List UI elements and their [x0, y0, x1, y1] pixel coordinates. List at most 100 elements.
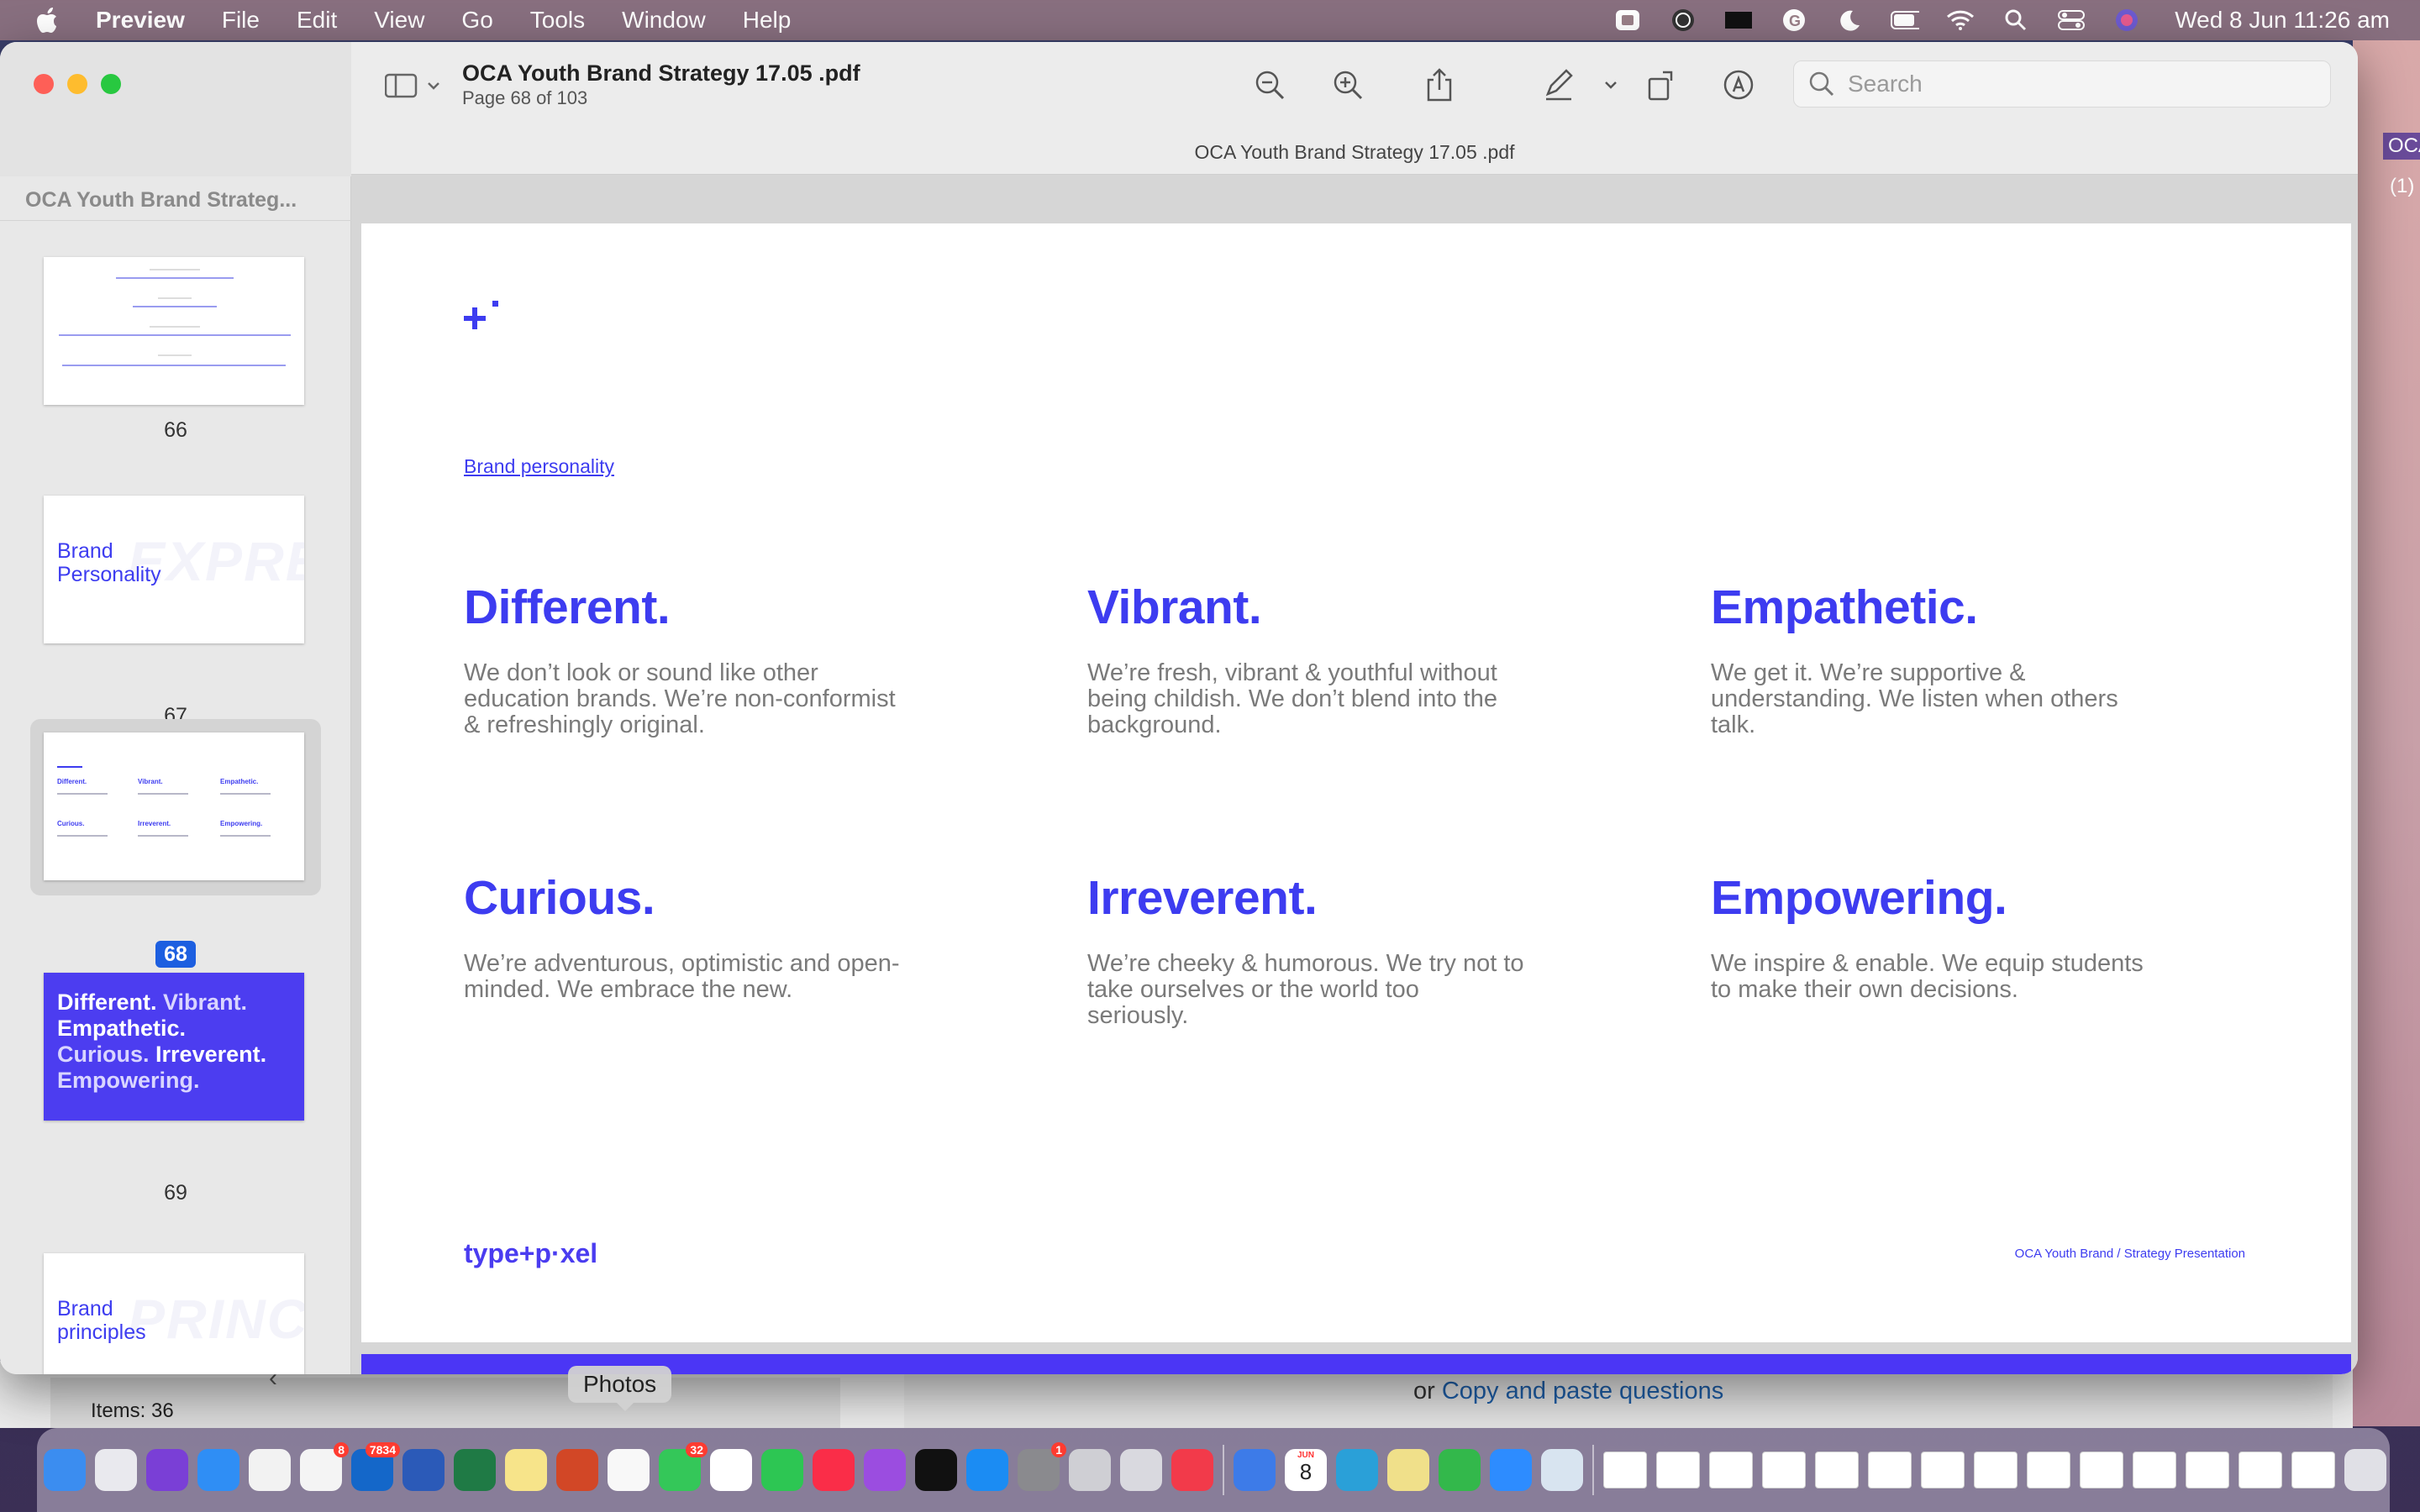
- preview-window: OCA Youth Brand Strateg... 66 EXPRESSI B…: [0, 42, 2358, 1374]
- camera-icon[interactable]: [1724, 8, 1753, 33]
- chrome-icon[interactable]: [249, 1449, 291, 1491]
- launchpad-icon[interactable]: [95, 1449, 137, 1491]
- wifi-icon[interactable]: [1946, 8, 1975, 33]
- outlook-icon[interactable]: 7834: [351, 1442, 400, 1491]
- trait-description: We’re cheeky & humorous. We try not to t…: [1087, 950, 1524, 1029]
- reminders-icon[interactable]: 8: [300, 1442, 349, 1491]
- stickies-icon[interactable]: [1387, 1449, 1429, 1491]
- scroll-icon[interactable]: [1669, 8, 1697, 33]
- siri-icon[interactable]: [146, 1449, 188, 1491]
- trash-icon[interactable]: [2344, 1449, 2386, 1491]
- help-icon[interactable]: [1069, 1449, 1111, 1491]
- thumbnail-sidebar: OCA Youth Brand Strateg... 66 EXPRESSI B…: [0, 42, 351, 1374]
- minimized-window-thumbnail[interactable]: [2238, 1452, 2282, 1488]
- background-window-right: OCA (1): [2353, 40, 2420, 1426]
- notes-icon[interactable]: [505, 1449, 547, 1491]
- menu-file[interactable]: File: [222, 7, 260, 34]
- minimized-window-thumbnail[interactable]: [2291, 1452, 2335, 1488]
- minimized-window-thumbnail[interactable]: [1762, 1452, 1806, 1488]
- minimized-window-thumbnail[interactable]: [1868, 1452, 1912, 1488]
- minimized-window-thumbnail[interactable]: [1603, 1452, 1647, 1488]
- network-icon[interactable]: [1234, 1449, 1276, 1491]
- minimized-window-thumbnail[interactable]: [2080, 1452, 2123, 1488]
- tv-icon[interactable]: [915, 1449, 957, 1491]
- thumbnail-image: EXPRESSI Brand Personality: [44, 496, 304, 643]
- excel-icon[interactable]: [454, 1449, 496, 1491]
- messages-icon[interactable]: 32: [659, 1442, 708, 1491]
- rotate-button[interactable]: [1642, 66, 1681, 104]
- word-icon[interactable]: [402, 1449, 445, 1491]
- photos-icon[interactable]: [608, 1449, 650, 1491]
- menu-clock[interactable]: Wed 8 Jun 11:26 am: [2175, 7, 2390, 34]
- safari-icon[interactable]: [197, 1449, 239, 1491]
- slack-icon[interactable]: [710, 1449, 752, 1491]
- close-button[interactable]: [34, 74, 54, 94]
- notification-badge: 1: [1051, 1442, 1066, 1457]
- quicktime-icon[interactable]: [1120, 1449, 1162, 1491]
- search-field[interactable]: [1793, 60, 2331, 108]
- facetime-icon[interactable]: [761, 1449, 803, 1491]
- trait-empathetic: Empathetic. We get it. We’re supportive …: [1711, 580, 2148, 738]
- spotlight-search-icon[interactable]: [2002, 8, 2030, 33]
- menu-go[interactable]: Go: [461, 7, 492, 34]
- minimize-button[interactable]: [67, 74, 87, 94]
- moon-icon[interactable]: [1835, 8, 1864, 33]
- zoom-button[interactable]: [101, 74, 121, 94]
- markup-pen-button[interactable]: [1539, 66, 1578, 104]
- markup-options-button[interactable]: [1598, 66, 1623, 104]
- thumbnail-image: Different. Vibrant. Empathetic. Curious.…: [44, 732, 304, 880]
- minimized-window-thumbnail[interactable]: [2027, 1452, 2070, 1488]
- minimized-window-thumbnail[interactable]: [1709, 1452, 1753, 1488]
- thumbnail-page-number: 68: [30, 941, 321, 968]
- chevron-down-icon: [428, 82, 439, 90]
- notification-badge: 32: [686, 1442, 708, 1457]
- minimized-window-thumbnail[interactable]: [1974, 1452, 2018, 1488]
- trait-description: We’re fresh, vibrant & youthful without …: [1087, 659, 1497, 738]
- trait-empowering: Empowering. We inspire & enable. We equi…: [1711, 870, 2148, 1003]
- music-icon[interactable]: [813, 1449, 855, 1491]
- grammarly-icon[interactable]: G: [1780, 8, 1808, 33]
- preview-icon[interactable]: [1541, 1449, 1583, 1491]
- zoom-out-button[interactable]: [1250, 66, 1289, 104]
- annotate-button[interactable]: [1719, 66, 1758, 104]
- numbers-icon[interactable]: [1439, 1449, 1481, 1491]
- minimized-window-thumbnail[interactable]: [1815, 1452, 1859, 1488]
- sidebar-toggle-button[interactable]: [385, 71, 444, 101]
- menu-app-name[interactable]: Preview: [96, 7, 185, 34]
- calendar-icon[interactable]: JUN 8: [1285, 1449, 1327, 1491]
- search-input[interactable]: [1848, 71, 2318, 97]
- browser-icon[interactable]: [1336, 1449, 1378, 1491]
- trait-title: Empowering.: [1711, 871, 2007, 925]
- trait-title: Irreverent.: [1087, 871, 1318, 925]
- podcasts-icon[interactable]: [864, 1449, 906, 1491]
- apple-icon[interactable]: [37, 6, 62, 34]
- siri-icon[interactable]: [2112, 8, 2141, 33]
- minimized-window-thumbnail[interactable]: [1656, 1452, 1700, 1488]
- trait-description: We inspire & enable. We equip students t…: [1711, 950, 2144, 1003]
- zoom-icon[interactable]: [1490, 1449, 1532, 1491]
- finder-icon[interactable]: [44, 1449, 86, 1491]
- menu-help[interactable]: Help: [743, 7, 792, 34]
- news-icon[interactable]: [1171, 1449, 1213, 1491]
- share-button[interactable]: [1420, 66, 1459, 104]
- menu-view[interactable]: View: [374, 7, 424, 34]
- menu-window[interactable]: Window: [622, 7, 706, 34]
- trait-vibrant: Vibrant. We’re fresh, vibrant & youthful…: [1087, 580, 1524, 738]
- minimized-window-thumbnail[interactable]: [1921, 1452, 1965, 1488]
- control-center-icon[interactable]: [2057, 8, 2086, 33]
- thumbnail-page-number: 66: [164, 418, 187, 442]
- trait-description: We get it. We’re supportive & understand…: [1711, 659, 2118, 738]
- app-store-icon[interactable]: [966, 1449, 1008, 1491]
- screen-record-icon[interactable]: [1613, 8, 1642, 33]
- brand-personality-link[interactable]: Brand personality: [464, 455, 614, 478]
- minimized-window-thumbnail[interactable]: [2133, 1452, 2176, 1488]
- battery-icon[interactable]: [1891, 8, 1920, 33]
- minimized-window-thumbnail[interactable]: [2186, 1452, 2229, 1488]
- menu-edit[interactable]: Edit: [297, 7, 337, 34]
- document-view[interactable]: Brand personality Different. We don’t lo…: [351, 175, 2358, 1374]
- powerpoint-icon[interactable]: [556, 1449, 598, 1491]
- zoom-in-button[interactable]: [1328, 66, 1367, 104]
- menu-tools[interactable]: Tools: [530, 7, 585, 34]
- copy-paste-questions-link[interactable]: Copy and paste questions: [1442, 1378, 1723, 1404]
- system-preferences-icon[interactable]: 1: [1018, 1442, 1066, 1491]
